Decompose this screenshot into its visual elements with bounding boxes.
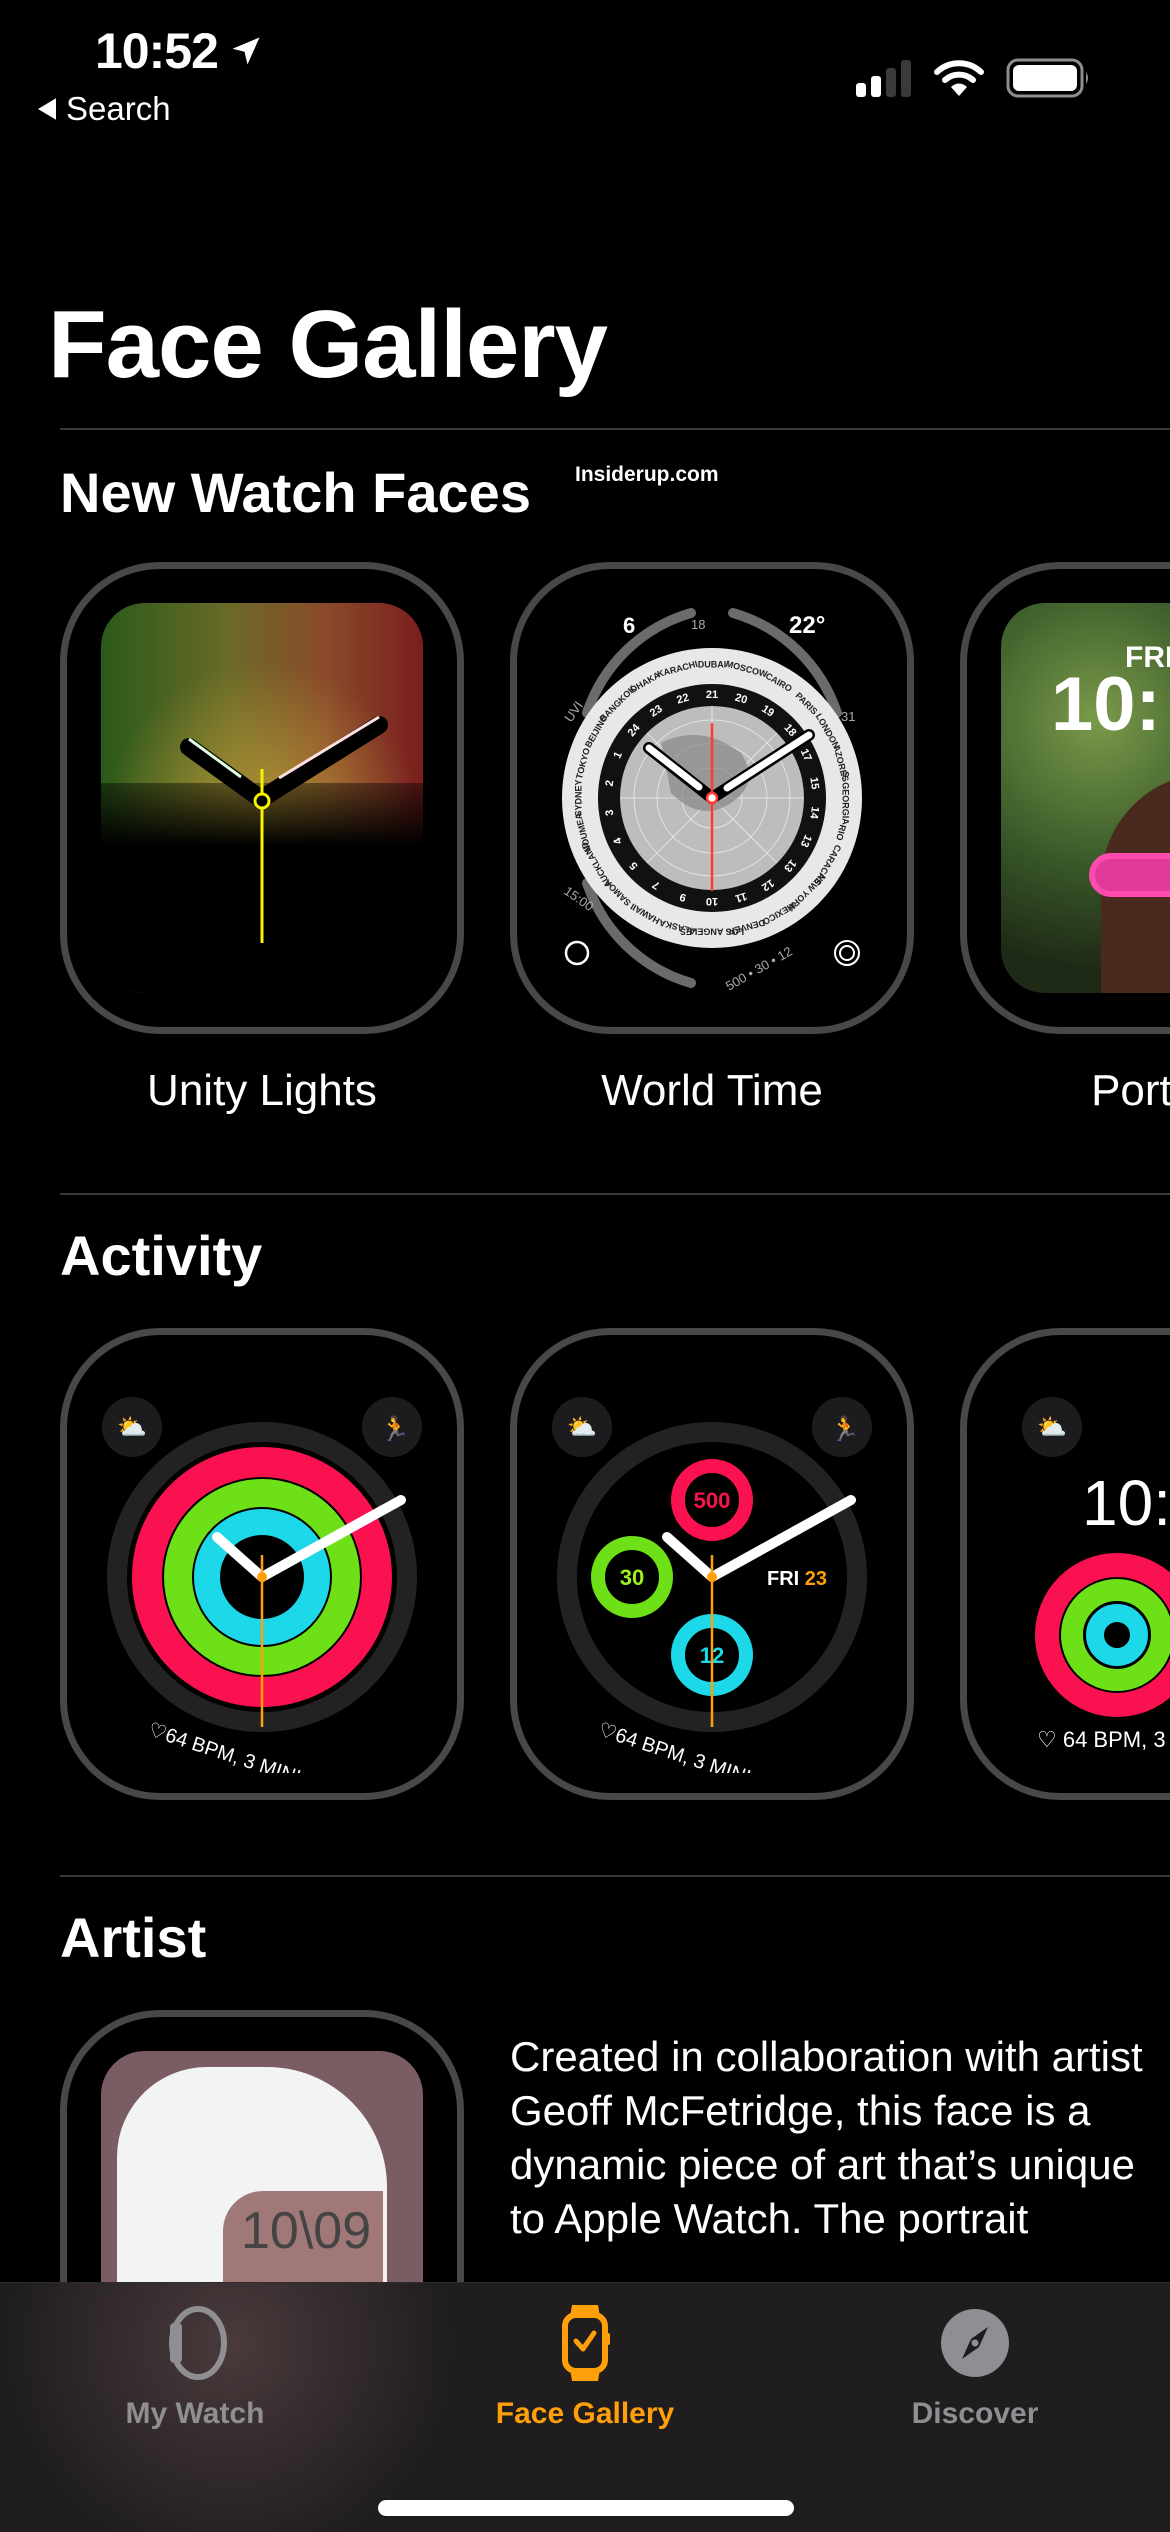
uvi-value: 6 bbox=[623, 613, 635, 638]
face-label-portrait[interactable]: Portrait bbox=[960, 1066, 1170, 1116]
temp-high: 31 bbox=[841, 709, 855, 724]
cellular-signal-icon bbox=[856, 60, 911, 97]
artist-time: 10\09 bbox=[241, 2202, 372, 2260]
portrait-time: 10: bbox=[1051, 662, 1161, 747]
temp-low: 18 bbox=[691, 617, 705, 632]
heart-rate: ♡ 64 BPM, 3 M bbox=[1037, 1727, 1170, 1752]
watch-face-activity-infograph[interactable]: ⛅ 🏃 500 30 12 FRI 23 ♡64 BPM, 3 MINUTES … bbox=[510, 1328, 914, 1800]
back-label: Search bbox=[66, 90, 171, 127]
face-label-world-time[interactable]: World Time bbox=[510, 1066, 914, 1116]
watch-face-portrait[interactable]: FRI 10: bbox=[960, 562, 1170, 1034]
watch-face-activity-digital[interactable]: ⛅ 10:0 ♡ 64 BPM, 3 M bbox=[960, 1328, 1170, 1800]
section-title-new-watch-faces: New Watch Faces bbox=[60, 461, 531, 524]
tab-label: My Watch bbox=[125, 2397, 265, 2430]
divider bbox=[60, 1875, 1170, 1877]
unity-lights-screen bbox=[101, 603, 423, 993]
workout-icon: 🏃 bbox=[380, 1415, 410, 1443]
section-title-artist: Artist bbox=[60, 1906, 207, 1969]
weather-icon: ⛅ bbox=[567, 1414, 597, 1441]
activity-infograph-screen: ⛅ 🏃 500 30 12 FRI 23 ♡64 BPM, 3 MINUTES … bbox=[537, 1355, 887, 1773]
city-label: DUBAI bbox=[698, 659, 727, 669]
tab-discover[interactable]: Discover bbox=[825, 2303, 1125, 2431]
hour-label: 21 bbox=[706, 689, 718, 701]
hour-label: 10 bbox=[706, 895, 718, 907]
watermark: Insiderup.com bbox=[575, 463, 719, 486]
activity-infograph-dial: ⛅ 🏃 500 30 12 FRI 23 ♡64 BPM, 3 MINUTES … bbox=[552, 1397, 872, 1773]
world-time-dial: 6 UVI 18 22° 31 15:00 500 • 30 • 12 DUBA… bbox=[561, 608, 862, 993]
weather-icon: ⛅ bbox=[1037, 1414, 1067, 1441]
divider bbox=[60, 428, 1170, 430]
city-label: SYDNEY bbox=[573, 779, 583, 816]
status-time: 10:52 bbox=[95, 22, 264, 80]
activity-digital-screen: ⛅ 10:0 ♡ 64 BPM, 3 M bbox=[987, 1355, 1170, 1773]
uvi-label: UVI bbox=[561, 698, 586, 724]
portrait-photo: FRI 10: bbox=[1001, 603, 1170, 993]
watch-check-icon bbox=[562, 2305, 610, 2381]
wifi-icon bbox=[934, 60, 984, 96]
artist-minute: 09 bbox=[313, 2202, 372, 2260]
unity-hands bbox=[180, 715, 388, 943]
activity-values: 500 • 30 • 12 bbox=[723, 944, 795, 993]
home-indicator[interactable] bbox=[378, 2500, 794, 2516]
clock-time: 10:52 bbox=[95, 23, 219, 79]
activity-rings-icon bbox=[834, 940, 860, 966]
exercise-value: 30 bbox=[620, 1565, 644, 1590]
temp-value: 22° bbox=[789, 612, 825, 639]
digital-time: 10:0 bbox=[1082, 1467, 1170, 1539]
artist-description: Created in collaboration with artist Geo… bbox=[510, 2033, 1143, 2242]
back-triangle-icon bbox=[38, 98, 56, 120]
face-label-unity-lights[interactable]: Unity Lights bbox=[60, 1066, 464, 1116]
activity-digital-dial: ⛅ 10:0 ♡ 64 BPM, 3 M bbox=[1022, 1397, 1170, 1752]
watch-outline-icon bbox=[169, 2306, 227, 2380]
activity-analog-screen: ⛅ 🏃 ♡64 BPM, 3 MINUTES AGO bbox=[87, 1355, 437, 1773]
tab-my-watch[interactable]: My Watch bbox=[45, 2303, 345, 2431]
world-time-screen: 6 UVI 18 22° 31 15:00 500 • 30 • 12 DUBA… bbox=[551, 603, 873, 993]
artist-hour: 10 bbox=[241, 2202, 299, 2260]
back-to-search[interactable]: Search bbox=[38, 90, 171, 128]
tab-label: Face Gallery bbox=[495, 2397, 675, 2430]
date-day: FRI 23 bbox=[767, 1568, 827, 1590]
hour-label: 15 bbox=[807, 776, 821, 790]
status-icons bbox=[854, 58, 1090, 98]
watch-face-activity-analog[interactable]: ⛅ 🏃 ♡64 BPM, 3 MINUTES AGO bbox=[60, 1328, 464, 1800]
tab-face-gallery[interactable]: Face Gallery bbox=[435, 2303, 735, 2431]
portrait-goggles bbox=[1089, 853, 1170, 897]
location-arrow-icon bbox=[232, 37, 260, 65]
activity-analog-dial: ⛅ 🏃 ♡64 BPM, 3 MINUTES AGO bbox=[102, 1397, 422, 1773]
battery-icon bbox=[1006, 58, 1088, 98]
section-title-activity: Activity bbox=[60, 1224, 263, 1287]
city-label: S. GEORGIA bbox=[841, 771, 851, 825]
watch-face-world-time[interactable]: 6 UVI 18 22° 31 15:00 500 • 30 • 12 DUBA… bbox=[510, 562, 914, 1034]
move-value: 500 bbox=[694, 1488, 731, 1513]
divider bbox=[60, 1193, 1170, 1195]
compass-icon bbox=[941, 2309, 1009, 2377]
tab-label: Discover bbox=[911, 2397, 1039, 2430]
workout-icon: 🏃 bbox=[830, 1415, 860, 1443]
page-title: Face Gallery bbox=[48, 291, 608, 398]
timer-icon bbox=[564, 940, 590, 966]
watch-face-unity-lights[interactable] bbox=[60, 562, 464, 1034]
tab-bar: My Watch Face Gallery Discover bbox=[0, 2282, 1170, 2532]
weather-icon: ⛅ bbox=[117, 1414, 147, 1441]
